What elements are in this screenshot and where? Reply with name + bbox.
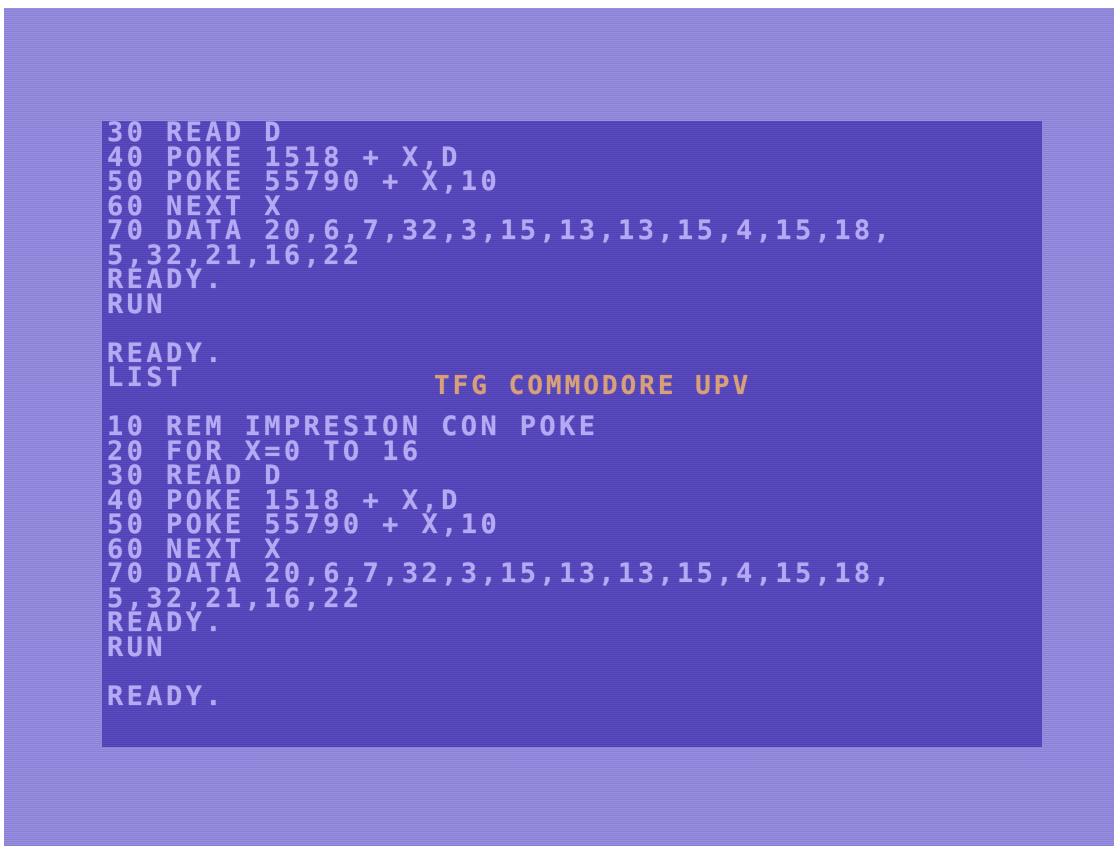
poked-title-text: TFG COMMODORE UPV	[434, 371, 752, 401]
basic-listing: 30 READ D 40 POKE 1518 + X,D 50 POKE 557…	[107, 121, 893, 709]
screen-line: READY.	[107, 607, 225, 638]
screen-line: READY.	[107, 264, 225, 295]
screen-line: RUN	[107, 288, 166, 320]
c64-screen[interactable]: 30 READ D 40 POKE 1518 + X,D 50 POKE 557…	[102, 121, 1042, 747]
screen-line: READY.	[107, 680, 225, 712]
screen-line: READY.	[107, 337, 225, 369]
screen-line: RUN	[107, 631, 166, 663]
c64-border: 30 READ D 40 POKE 1518 + X,D 50 POKE 557…	[4, 8, 1114, 846]
